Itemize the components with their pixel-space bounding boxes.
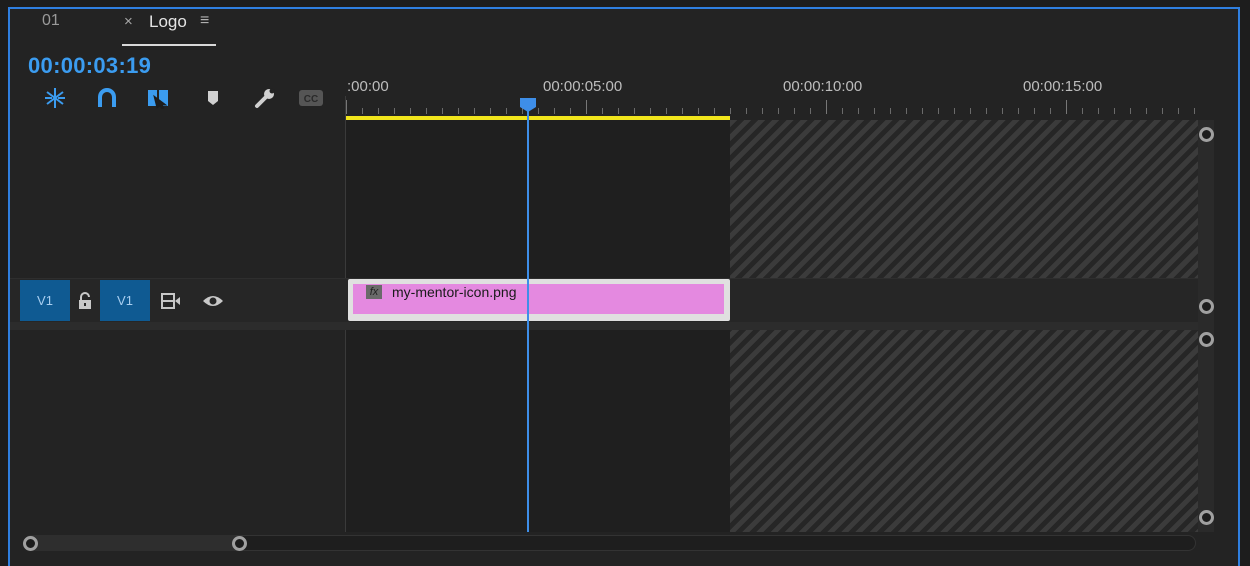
wrench-settings-icon[interactable] — [252, 86, 278, 110]
ruler-tick — [874, 108, 875, 114]
ruler-tick — [346, 100, 347, 114]
ruler-label-10s: 00:00:10:00 — [783, 78, 863, 95]
vzoom-top-handle-lower[interactable] — [1199, 332, 1214, 347]
tab-sequence-01[interactable]: 01 — [42, 12, 60, 30]
ruler-tick — [426, 108, 427, 114]
ruler-tick — [650, 108, 651, 114]
ruler-tick — [986, 108, 987, 114]
playhead-timecode[interactable]: 00:00:03:19 — [28, 53, 151, 79]
ruler-label-5s: 00:00:05:00 — [543, 78, 623, 95]
ruler-tick — [890, 108, 891, 114]
ruler-tick — [618, 108, 619, 114]
ruler-tick — [730, 108, 731, 114]
tab-logo-label: Logo — [149, 12, 187, 31]
ruler-tick — [1066, 100, 1067, 114]
ruler-tick — [602, 108, 603, 114]
ruler-tick — [682, 108, 683, 114]
ruler-tick — [1130, 108, 1131, 114]
ruler-tick — [762, 108, 763, 114]
ruler-tick — [1034, 108, 1035, 114]
ruler-tick — [378, 108, 379, 114]
source-patch-v1[interactable]: V1 — [20, 280, 70, 321]
ruler-tick — [1146, 108, 1147, 114]
ruler-tick — [714, 108, 715, 114]
ruler-tick — [954, 108, 955, 114]
track-separator[interactable] — [10, 322, 1200, 330]
ruler-tick — [586, 100, 587, 114]
horizontal-scroll-thumb[interactable] — [24, 535, 240, 551]
ruler-tick — [698, 108, 699, 114]
insert-nest-icon[interactable] — [42, 86, 68, 110]
ruler-tick — [1050, 108, 1051, 114]
snap-magnet-icon[interactable] — [94, 86, 120, 110]
clip-my-mentor-icon[interactable]: fx my-mentor-icon.png — [348, 279, 730, 321]
ruler-tick — [794, 108, 795, 114]
ruler-tick — [506, 108, 507, 114]
ruler-label-15s: 00:00:15:00 — [1023, 78, 1103, 95]
panel-menu-icon[interactable]: ≡ — [200, 12, 209, 30]
playhead-handle-icon[interactable] — [519, 97, 537, 113]
fx-badge-icon[interactable]: fx — [366, 285, 382, 299]
vzoom-bottom-handle-lower[interactable] — [1199, 510, 1214, 525]
ruler-tick — [1162, 108, 1163, 114]
ruler-tick — [442, 108, 443, 114]
ruler-tick — [490, 108, 491, 114]
captions-label: CC — [304, 94, 318, 105]
ruler-tick — [938, 108, 939, 114]
ruler-tick — [666, 108, 667, 114]
ruler-tick — [858, 108, 859, 114]
ruler-tick — [394, 108, 395, 114]
ruler-label-0: :00:00 — [347, 78, 389, 95]
close-tab-icon[interactable]: × — [124, 13, 133, 30]
add-marker-icon[interactable] — [200, 86, 226, 110]
vzoom-top-handle[interactable] — [1199, 127, 1214, 142]
ruler-tick — [778, 108, 779, 114]
ruler-tick — [1194, 108, 1195, 114]
ruler-tick — [1082, 108, 1083, 114]
ruler-tick — [634, 108, 635, 114]
ruler-tick — [746, 108, 747, 114]
ruler-tick — [922, 108, 923, 114]
ruler-tick — [906, 108, 907, 114]
vertical-scrollbar[interactable] — [1198, 120, 1214, 532]
ruler-tick — [538, 108, 539, 114]
linked-selection-icon[interactable] — [146, 86, 172, 110]
vzoom-bottom-handle[interactable] — [1199, 299, 1214, 314]
ruler-tick — [1098, 108, 1099, 114]
time-ruler[interactable] — [346, 96, 1198, 118]
ruler-tick — [970, 108, 971, 114]
ruler-tick — [362, 108, 363, 114]
ruler-tick — [554, 108, 555, 114]
ruler-tick — [410, 108, 411, 114]
ruler-tick — [1178, 108, 1179, 114]
playhead-line[interactable] — [527, 110, 529, 532]
ruler-tick — [474, 108, 475, 114]
lock-open-icon[interactable] — [72, 288, 98, 314]
ruler-tick — [1114, 108, 1115, 114]
ruler-tick — [1018, 108, 1019, 114]
tab-logo[interactable]: × Logo ≡ — [122, 12, 216, 46]
captions-icon[interactable]: CC — [297, 86, 325, 110]
eye-visibility-icon[interactable] — [200, 288, 226, 314]
ruler-tick — [570, 108, 571, 114]
ruler-tick — [458, 108, 459, 114]
ruler-tick — [810, 108, 811, 114]
ruler-tick — [826, 100, 827, 114]
target-track-v1[interactable]: V1 — [100, 280, 150, 321]
ruler-tick — [1002, 108, 1003, 114]
ruler-tick — [842, 108, 843, 114]
hzoom-right-handle[interactable] — [232, 536, 247, 551]
hzoom-left-handle[interactable] — [23, 536, 38, 551]
clip-name: my-mentor-icon.png — [392, 284, 517, 300]
sync-lock-icon[interactable] — [158, 288, 184, 314]
